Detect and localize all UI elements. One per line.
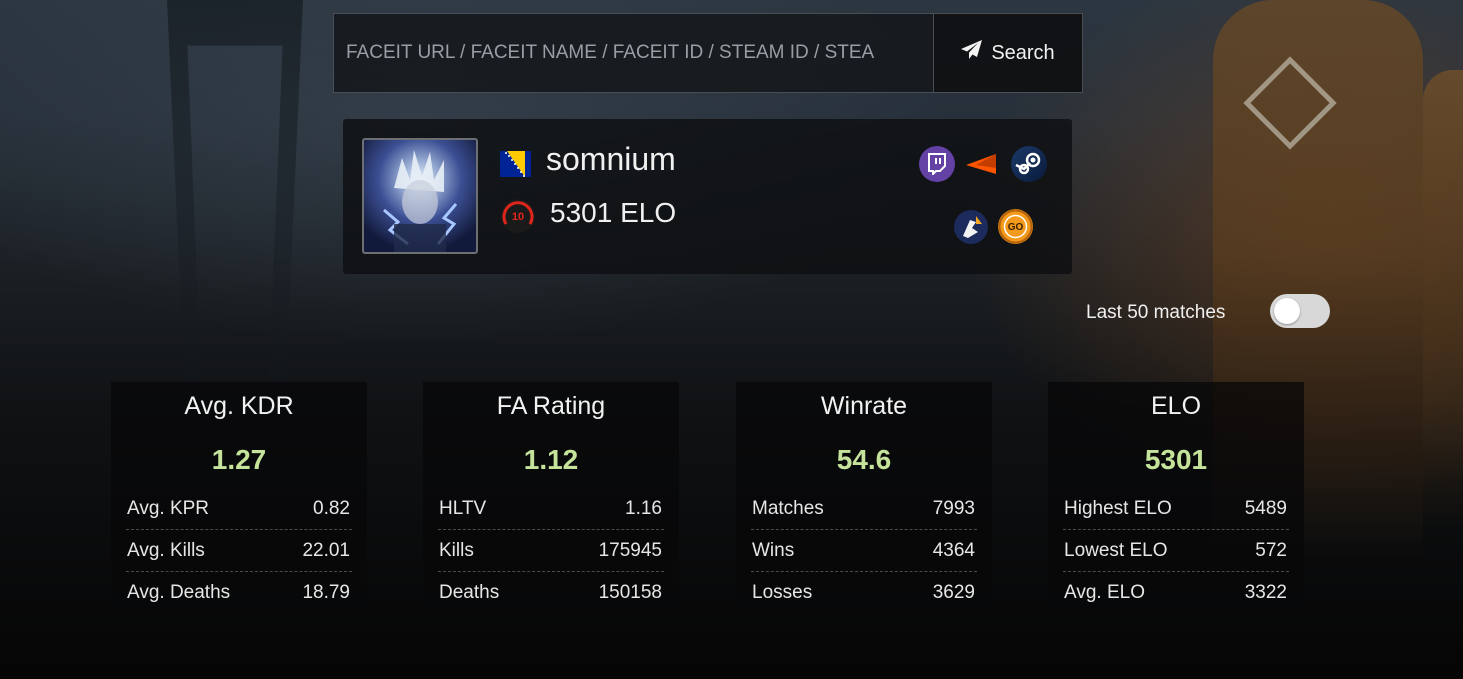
- stat-title: ELO: [1150, 392, 1202, 420]
- faceit-icon[interactable]: [963, 146, 999, 182]
- paper-plane-icon: [961, 40, 983, 66]
- stat-row: Wins 4364: [751, 530, 977, 572]
- toggle-knob: [1274, 298, 1300, 324]
- stat-row-label: Highest ELO: [1064, 498, 1172, 519]
- stat-card: Winrate 54.6 Matches 7993 Wins 4364 Losses 3629: [736, 382, 992, 612]
- avatar: [362, 138, 478, 254]
- stat-title: Winrate: [820, 392, 908, 420]
- stat-card: FA Rating 1.12 HLTV 1.16 Kills 175945 Deaths 15…: [423, 382, 679, 612]
- stat-row: Kills 175945: [438, 530, 664, 572]
- faceit-level-icon: 10: [500, 198, 536, 234]
- level-number: 10: [512, 211, 524, 223]
- stat-value: 5301: [1144, 444, 1208, 475]
- stat-value: 1.27: [211, 444, 267, 475]
- stat-row-value: 150158: [598, 582, 662, 603]
- search-button[interactable]: Search: [933, 13, 1083, 93]
- stat-row: Avg. ELO 3322: [1063, 572, 1289, 613]
- stat-row: Avg. Deaths 18.79: [126, 572, 352, 613]
- stat-row-value: 18.79: [302, 582, 350, 603]
- stat-card: Avg. KDR 1.27 Avg. KPR 0.82 Avg. Kills 22.01 A…: [111, 382, 367, 612]
- search-bar: Search: [333, 13, 1083, 93]
- stat-row-label: Deaths: [439, 582, 500, 603]
- stat-row-label: Losses: [752, 582, 813, 603]
- stat-row-label: Avg. Kills: [127, 540, 205, 561]
- stat-value: 1.12: [523, 444, 579, 475]
- stat-rows: Matches 7993 Wins 4364 Losses 3629: [751, 488, 977, 613]
- svg-text:GO: GO: [1008, 222, 1024, 233]
- stat-row: HLTV 1.16: [438, 488, 664, 530]
- stat-row-label: Wins: [752, 540, 795, 561]
- last-matches-label: Last 50 matches: [1086, 302, 1226, 323]
- stat-row-value: 5489: [1244, 498, 1287, 519]
- stat-rows: Avg. KPR 0.82 Avg. Kills 22.01 Avg. Deaths 18…: [126, 488, 352, 613]
- stat-row: Lowest ELO 572: [1063, 530, 1289, 572]
- stat-row-label: Avg. KPR: [127, 498, 210, 519]
- stat-row-value: 0.82: [313, 498, 350, 519]
- esea-icon[interactable]: [954, 210, 988, 244]
- stat-row: Losses 3629: [751, 572, 977, 613]
- stat-title: Avg. KDR: [184, 392, 294, 420]
- flag-icon: [500, 151, 531, 177]
- stat-row: Avg. Kills 22.01: [126, 530, 352, 572]
- search-button-label: Search: [991, 41, 1055, 64]
- stat-value: 54.6: [836, 444, 892, 475]
- stat-row-label: Matches: [752, 498, 824, 519]
- background-character-2: [1423, 70, 1463, 530]
- stat-row-value: 572: [1255, 540, 1287, 561]
- stat-row-value: 4364: [932, 540, 975, 561]
- stat-row: Deaths 150158: [438, 572, 664, 613]
- stat-card: ELO 5301 Highest ELO 5489 Lowest ELO 572 Avg. …: [1048, 382, 1304, 612]
- stat-row-value: 3322: [1244, 582, 1287, 603]
- stat-row-value: 22.01: [302, 540, 350, 561]
- stat-row-label: HLTV: [439, 498, 487, 519]
- stat-row: Matches 7993: [751, 488, 977, 530]
- stat-row-value: 7993: [932, 498, 975, 519]
- stat-row-value: 175945: [598, 540, 662, 561]
- stat-row: Avg. KPR 0.82: [126, 488, 352, 530]
- stat-row-label: Avg. ELO: [1064, 582, 1145, 603]
- stat-row-label: Avg. Deaths: [127, 582, 231, 603]
- last-matches-toggle[interactable]: [1270, 294, 1330, 328]
- stat-row: Highest ELO 5489: [1063, 488, 1289, 530]
- stat-row-value: 1.16: [625, 498, 662, 519]
- stat-row-label: Lowest ELO: [1064, 540, 1168, 561]
- elo-label: 5301 ELO: [550, 197, 677, 228]
- stat-rows: Highest ELO 5489 Lowest ELO 572 Avg. ELO 3322: [1063, 488, 1289, 613]
- profile-card: somnium 10 5301 ELO GO: [343, 119, 1072, 274]
- stat-row-value: 3629: [932, 582, 975, 603]
- twitch-icon[interactable]: [919, 146, 955, 182]
- csgo-icon[interactable]: GO: [998, 209, 1033, 244]
- stat-row-label: Kills: [439, 540, 474, 561]
- steam-icon[interactable]: [1011, 146, 1047, 182]
- stat-rows: HLTV 1.16 Kills 175945 Deaths 150158: [438, 488, 664, 613]
- stat-title: FA Rating: [496, 392, 606, 420]
- username: somnium: [546, 141, 676, 177]
- search-input[interactable]: [333, 13, 933, 93]
